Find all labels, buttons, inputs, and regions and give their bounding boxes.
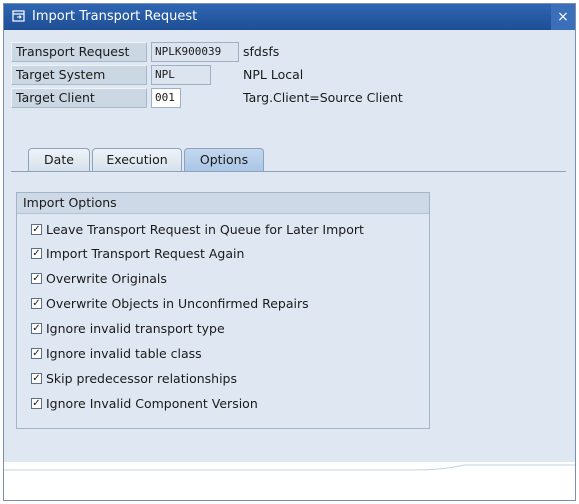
target-client-label: Target Client <box>11 88 147 108</box>
target-system-row: Target System NPL NPL Local <box>11 65 431 85</box>
window-title: Import Transport Request <box>32 9 198 24</box>
option-label: Leave Transport Request in Queue for Lat… <box>46 222 364 237</box>
tab-execution[interactable]: Execution <box>92 148 182 172</box>
option-label: Ignore invalid transport type <box>46 321 225 336</box>
checkbox-overwrite-unconfirmed-repairs[interactable]: ✓ <box>31 298 42 309</box>
tab-options[interactable]: Options <box>184 148 264 172</box>
option-label: Ignore invalid table class <box>46 346 202 361</box>
checkbox-ignore-invalid-component-version[interactable]: ✓ <box>31 398 42 409</box>
option-label: Import Transport Request Again <box>46 246 245 261</box>
checkbox-ignore-invalid-transport-type[interactable]: ✓ <box>31 323 42 334</box>
transport-request-label: Transport Request <box>11 42 147 62</box>
footer-decoration <box>4 462 575 500</box>
transport-request-row: Transport Request NPLK900039 sfdsfs <box>11 42 431 62</box>
target-client-input[interactable]: 001 <box>151 88 181 108</box>
checkbox-skip-predecessor-relationships[interactable]: ✓ <box>31 373 42 384</box>
target-system-field[interactable]: NPL <box>151 65 211 85</box>
checkbox-ignore-invalid-table-class[interactable]: ✓ <box>31 348 42 359</box>
target-system-description: NPL Local <box>243 67 304 82</box>
close-icon: × <box>557 9 569 25</box>
checkbox-import-again[interactable]: ✓ <box>31 248 42 259</box>
target-client-description: Targ.Client=Source Client <box>243 90 403 105</box>
checkbox-overwrite-originals[interactable]: ✓ <box>31 273 42 284</box>
close-button[interactable]: × <box>551 4 575 30</box>
import-request-icon <box>12 9 26 23</box>
title-bar: Import Transport Request × <box>4 4 575 30</box>
import-transport-request-dialog: Import Transport Request × Transport Req… <box>3 3 576 501</box>
transport-request-description: sfdsfs <box>243 44 280 59</box>
option-label: Overwrite Objects in Unconfirmed Repairs <box>46 296 309 311</box>
option-label: Overwrite Originals <box>46 271 167 286</box>
import-options-group: Import Options ✓ Leave Transport Request… <box>16 192 430 429</box>
checkbox-leave-in-queue[interactable]: ✓ <box>31 224 42 235</box>
transport-request-field[interactable]: NPLK900039 <box>151 42 239 62</box>
target-system-label: Target System <box>11 65 147 85</box>
target-client-row: Target Client 001 Targ.Client=Source Cli… <box>11 88 431 108</box>
import-options-title: Import Options <box>17 193 429 214</box>
tab-date[interactable]: Date <box>28 148 90 172</box>
option-label: Ignore Invalid Component Version <box>46 396 258 411</box>
option-label: Skip predecessor relationships <box>46 371 238 386</box>
tab-strip: Date Execution Options <box>28 148 288 172</box>
